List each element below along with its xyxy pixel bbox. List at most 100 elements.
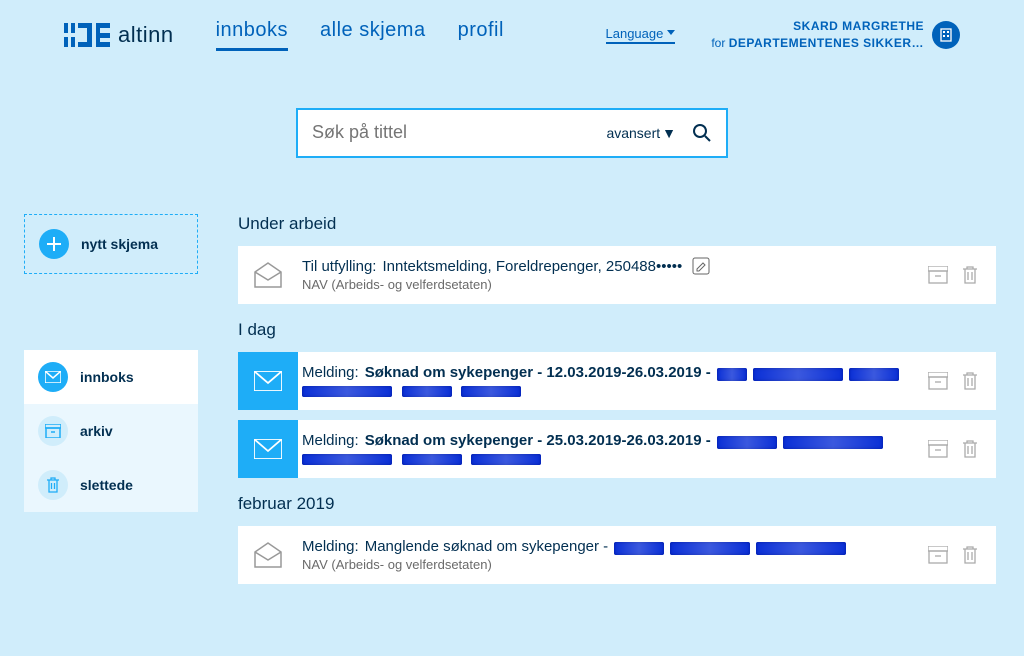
archive-icon (38, 416, 68, 446)
nav-profil[interactable]: profil (458, 19, 504, 51)
search-box: avansert ▼ (296, 108, 728, 158)
card-title: Melding: Manglende søknad om sykepenger … (302, 538, 902, 555)
redacted-text (614, 542, 664, 555)
folder-label: slettede (80, 477, 133, 493)
redacted-text (471, 454, 541, 465)
building-icon (938, 27, 954, 43)
user-block[interactable]: SKARD MARGRETHE for DEPARTEMENTENES SIKK… (711, 18, 960, 52)
mail-icon (38, 362, 68, 392)
redacted-text (302, 454, 392, 465)
search-advanced-label: avansert (606, 125, 660, 141)
title-rest: Inntektsmelding, Foreldrepenger, 250488•… (382, 258, 682, 275)
message-card[interactable]: Melding: Manglende søknad om sykepenger … (238, 526, 996, 584)
title-bold: Søknad om sykepenger - 25.03.2019-26.03.… (365, 432, 711, 449)
search-input[interactable] (312, 122, 606, 143)
chevron-down-icon (667, 30, 675, 36)
title-prefix: Melding: (302, 432, 359, 449)
nav-alle-skjema[interactable]: alle skjema (320, 19, 426, 51)
archive-action-icon[interactable] (928, 372, 948, 390)
main-nav: innboks alle skjema profil (216, 19, 504, 51)
message-card[interactable]: Melding: Søknad om sykepenger - 12.03.20… (238, 352, 996, 410)
redacted-text (461, 386, 521, 397)
section-title-feb2019: februar 2019 (238, 494, 996, 514)
archive-action-icon[interactable] (928, 546, 948, 564)
title-bold: Søknad om sykepenger - 12.03.2019-26.03.… (365, 364, 711, 381)
archive-action-icon[interactable] (928, 266, 948, 284)
card-subtitle: NAV (Arbeids- og velferdsetaten) (302, 277, 902, 292)
title-prefix: Melding: (302, 364, 359, 381)
card-body: Melding: Søknad om sykepenger - 12.03.20… (298, 352, 910, 410)
search-advanced-toggle[interactable]: avansert ▼ (606, 125, 676, 141)
redacted-text (783, 436, 883, 449)
delete-action-icon[interactable] (962, 439, 978, 459)
title-prefix: Til utfylling: (302, 258, 376, 275)
folder-label: innboks (80, 369, 134, 385)
redacted-text (402, 386, 452, 397)
card-title: Til utfylling: Inntektsmelding, Foreldre… (302, 257, 902, 275)
redacted-text (717, 436, 777, 449)
nav-innboks[interactable]: innboks (216, 19, 288, 51)
header: altinn innboks alle skjema profil Langua… (0, 0, 1024, 52)
redacted-text (756, 542, 846, 555)
search-icon[interactable] (692, 123, 712, 143)
language-label: Language (606, 26, 664, 41)
archive-action-icon[interactable] (928, 440, 948, 458)
redacted-text (717, 368, 747, 381)
user-name: SKARD MARGRETHE (711, 18, 924, 35)
delete-action-icon[interactable] (962, 265, 978, 285)
folder-innboks[interactable]: innboks (24, 350, 198, 404)
section-title-idag: I dag (238, 320, 996, 340)
caret-down-icon: ▼ (662, 125, 676, 141)
envelope-icon (238, 352, 298, 410)
avatar (932, 21, 960, 49)
card-actions (910, 352, 996, 410)
message-card[interactable]: Melding: Søknad om sykepenger - 25.03.20… (238, 420, 996, 478)
card-title: Melding: Søknad om sykepenger - 25.03.20… (302, 432, 902, 449)
delete-action-icon[interactable] (962, 371, 978, 391)
logo-icon (64, 23, 110, 47)
card-title: Melding: Søknad om sykepenger - 12.03.20… (302, 364, 902, 381)
redacted-text (849, 368, 899, 381)
logo-text: altinn (118, 22, 174, 48)
folder-list: innboks arkiv slettede (24, 350, 198, 512)
main: Under arbeid Til utfylling: Inntektsmeld… (238, 214, 1000, 584)
envelope-open-icon (238, 246, 298, 304)
search-wrap: avansert ▼ (0, 108, 1024, 158)
edit-icon[interactable] (692, 257, 710, 275)
plus-icon (39, 229, 69, 259)
card-subtitle: NAV (Arbeids- og velferdsetaten) (302, 557, 902, 572)
user-text: SKARD MARGRETHE for DEPARTEMENTENES SIKK… (711, 18, 924, 52)
trash-icon (38, 470, 68, 500)
title-rest: Manglende søknad om sykepenger - (365, 538, 608, 555)
card-list: Til utfylling: Inntektsmelding, Foreldre… (238, 246, 996, 304)
delete-action-icon[interactable] (962, 545, 978, 565)
card-body: Til utfylling: Inntektsmelding, Foreldre… (298, 246, 910, 304)
envelope-open-icon (238, 526, 298, 584)
sidebar: nytt skjema innboks arkiv slettede (24, 214, 198, 584)
message-card[interactable]: Til utfylling: Inntektsmelding, Foreldre… (238, 246, 996, 304)
card-list: Melding: Manglende søknad om sykepenger … (238, 526, 996, 584)
card-subtitle (302, 451, 902, 466)
language-selector[interactable]: Language (606, 26, 676, 44)
folder-slettede[interactable]: slettede (24, 458, 198, 512)
user-org: DEPARTEMENTENES SIKKER… (729, 36, 924, 50)
content: nytt skjema innboks arkiv slettede (0, 214, 1024, 584)
redacted-text (670, 542, 750, 555)
card-actions (910, 526, 996, 584)
new-form-label: nytt skjema (81, 236, 158, 252)
user-for-prefix: for (711, 36, 725, 50)
redacted-text (753, 368, 843, 381)
redacted-text (402, 454, 462, 465)
card-body: Melding: Søknad om sykepenger - 25.03.20… (298, 420, 910, 478)
card-body: Melding: Manglende søknad om sykepenger … (298, 526, 910, 584)
card-subtitle (302, 383, 902, 398)
envelope-icon (238, 420, 298, 478)
card-list: Melding: Søknad om sykepenger - 12.03.20… (238, 352, 996, 478)
title-prefix: Melding: (302, 538, 359, 555)
folder-arkiv[interactable]: arkiv (24, 404, 198, 458)
logo[interactable]: altinn (64, 22, 174, 48)
card-actions (910, 246, 996, 304)
folder-label: arkiv (80, 423, 113, 439)
new-form-button[interactable]: nytt skjema (24, 214, 198, 274)
card-actions (910, 420, 996, 478)
